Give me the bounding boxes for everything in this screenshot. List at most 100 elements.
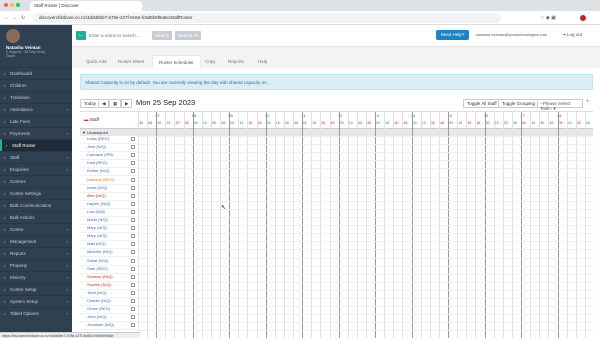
- menu-toggle-button[interactable]: ←: [76, 31, 86, 40]
- logout-link[interactable]: ⇥ Log out: [562, 32, 582, 38]
- staff-row[interactable]: Siobhan (N/Q): [80, 274, 137, 282]
- staff-checkbox[interactable]: [131, 315, 135, 320]
- staff-name[interactable]: Candace (PRI): [87, 152, 113, 157]
- staff-name[interactable]: Jonathan (N/Q): [87, 322, 114, 327]
- staff-row[interactable]: Natasha (REG): [80, 177, 137, 185]
- staff-row[interactable]: Mary (N/Q): [80, 225, 137, 234]
- staff-name[interactable]: Luisa (REG): [87, 136, 109, 141]
- staff-checkbox[interactable]: [131, 290, 135, 295]
- sidebar-item-ministry[interactable]: ▪ Ministry ‹: [0, 271, 72, 283]
- tab-help[interactable]: Help: [252, 55, 273, 68]
- sidebar-item-bulk-actions[interactable]: ▪ Bulk Actions: [0, 211, 72, 223]
- staff-checkbox[interactable]: [131, 218, 135, 222]
- sidebar-item-centres[interactable]: ▪ Centres: [0, 175, 72, 187]
- staff-row[interactable]: Michelle (N/Q): [80, 249, 137, 258]
- staff-checkbox[interactable]: [131, 161, 135, 166]
- toggle-all-staff-button[interactable]: Toggle All Staff: [463, 99, 501, 108]
- staff-row[interactable]: Matt (N/Q): [80, 241, 137, 250]
- tab-reports[interactable]: Reports: [222, 55, 250, 68]
- toggle-grouping-button[interactable]: Toggle Grouping: [498, 99, 540, 108]
- staff-name[interactable]: Siobhan (N/Q): [87, 274, 113, 279]
- sidebar-item-reports[interactable]: ▪ Reports ‹: [0, 247, 72, 259]
- today-button[interactable]: Today: [80, 99, 101, 108]
- add-task-button[interactable]: +: [586, 99, 590, 105]
- staff-checkbox[interactable]: [131, 185, 135, 190]
- need-help-button[interactable]: Need Help?: [436, 30, 469, 40]
- profile-avatar-icon[interactable]: [580, 15, 586, 21]
- sidebar-item-centre[interactable]: ▪ Centre ‹: [0, 223, 72, 235]
- staff-checkbox[interactable]: [131, 266, 135, 271]
- staff-name[interactable]: Lola (N/Q): [87, 209, 105, 214]
- next-day-button[interactable]: ▶: [121, 99, 133, 108]
- timeline[interactable]: 0708091011121314151617181930450015304500…: [137, 112, 593, 338]
- task-select[interactable]: --Please Select Task-- ▾: [537, 99, 583, 111]
- staff-name[interactable]: Mary (N/Q): [87, 225, 107, 230]
- staff-row[interactable]: Sakar (N/Q): [80, 258, 137, 266]
- staff-name[interactable]: Kaia (REG): [87, 160, 107, 165]
- staff-name[interactable]: Mary (N/Q): [87, 233, 107, 238]
- staff-row[interactable]: Jonathan (N/Q): [80, 322, 137, 331]
- staff-checkbox[interactable]: [131, 209, 135, 214]
- staff-checkbox[interactable]: [131, 250, 135, 255]
- staff-checkbox[interactable]: [131, 274, 135, 279]
- staff-row[interactable]: Irene (N/Q): [80, 185, 137, 193]
- staff-name[interactable]: Irene (N/Q): [87, 185, 107, 190]
- avatar[interactable]: [6, 29, 20, 43]
- sidebar-item-transition[interactable]: ▪ Transition: [0, 91, 72, 103]
- staff-checkbox[interactable]: [131, 226, 135, 231]
- staff-name[interactable]: Matt (N/Q): [87, 241, 106, 246]
- sidebar-item-children[interactable]: ▪ Children: [0, 79, 72, 91]
- staff-name[interactable]: Sakar (N/Q): [87, 258, 108, 263]
- staff-row[interactable]: Charlie (N/Q): [80, 298, 137, 306]
- sidebar-item-tablet-options[interactable]: ▪ Tablet Options ‹: [0, 307, 72, 319]
- staff-checkbox[interactable]: [131, 193, 135, 198]
- staff-checkbox[interactable]: [131, 299, 135, 303]
- sidebar-item-centre-settings[interactable]: ▪ Centre Settings: [0, 187, 72, 199]
- forward-icon[interactable]: →: [12, 15, 17, 21]
- staff-name[interactable]: Alex (N/Q): [87, 193, 106, 198]
- staff-checkbox[interactable]: [131, 282, 135, 287]
- prev-day-button[interactable]: ◀: [98, 99, 110, 108]
- sidebar-item-system-setup[interactable]: ▪ System Setup ‹: [0, 295, 72, 307]
- staff-name[interactable]: Michelle (N/Q): [87, 249, 113, 254]
- staff-row[interactable]: Mary (N/Q): [80, 233, 137, 242]
- sidebar-item-dashboard[interactable]: ▪ Dashboard: [0, 67, 72, 79]
- tab-copy[interactable]: Copy: [199, 55, 222, 68]
- staff-name[interactable]: Todd (N/Q): [87, 290, 107, 295]
- staff-row[interactable]: Alex (N/Q): [80, 193, 137, 201]
- browser-tab[interactable]: Staff Roster | Discover: [30, 1, 142, 11]
- sidebar-item-enquiries[interactable]: ▪ Enquiries ‹: [0, 163, 72, 175]
- extensions-icon[interactable]: ☆ ◆ ▣: [540, 15, 556, 21]
- staff-name[interactable]: Jess (N/Q): [87, 144, 106, 149]
- calendar-button[interactable]: ▦: [109, 99, 122, 108]
- maximize-window-icon[interactable]: [16, 3, 20, 7]
- staff-checkbox[interactable]: [131, 137, 135, 141]
- sidebar-item-management[interactable]: ▪ Management ‹: [0, 235, 72, 247]
- staff-row[interactable]: Jess (N/Q): [80, 144, 137, 153]
- minimize-window-icon[interactable]: [10, 3, 14, 7]
- staff-name[interactable]: Sam (REG): [87, 266, 108, 271]
- sidebar-item-staff[interactable]: ▪ Staff ‹: [0, 151, 72, 163]
- staff-checkbox[interactable]: [131, 177, 135, 182]
- sidebar-item-payments[interactable]: ▪ Payments ‹: [0, 127, 72, 139]
- search-button[interactable]: Search: [152, 31, 173, 40]
- staff-checkbox[interactable]: [131, 169, 135, 174]
- staff-checkbox[interactable]: [131, 258, 135, 263]
- staff-checkbox[interactable]: [131, 242, 135, 247]
- sidebar-item-attendance[interactable]: ▪ Attendance ‹: [0, 103, 72, 115]
- staff-row[interactable]: John (N/Q): [80, 314, 137, 323]
- staff-row[interactable]: Esther (N/Q): [80, 168, 137, 177]
- staff-row[interactable]: Grace (REG): [80, 306, 137, 315]
- staff-name[interactable]: Natasha (REG): [87, 177, 114, 182]
- sidebar-item-late-fees[interactable]: ▪ Late Fees: [0, 115, 72, 127]
- tab-quick-add[interactable]: Quick Add: [80, 55, 113, 68]
- staff-row[interactable]: Suzelle (N/Q): [80, 282, 137, 290]
- reload-icon[interactable]: ↻: [21, 15, 25, 21]
- staff-checkbox[interactable]: [131, 153, 135, 158]
- tab-roster-sheet[interactable]: Roster Sheet: [112, 55, 150, 68]
- staff-checkbox[interactable]: [131, 145, 135, 150]
- staff-row[interactable]: Candace (PRI): [80, 152, 137, 161]
- staff-checkbox[interactable]: [131, 323, 135, 328]
- tab-roster-scheduler[interactable]: Roster Scheduler: [152, 55, 201, 68]
- staff-row[interactable]: Kaia (REG): [80, 160, 137, 169]
